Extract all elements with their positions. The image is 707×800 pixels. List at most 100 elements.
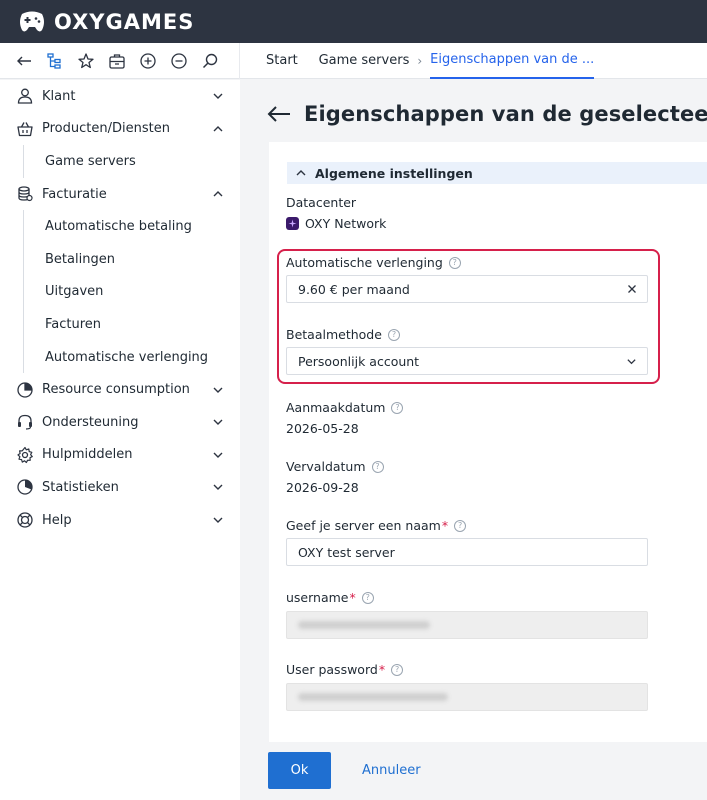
- breadcrumb: Start › Game servers › Eigenschappen van…: [240, 43, 595, 79]
- expiry-date-value: 2026-09-28: [286, 480, 359, 495]
- password-label: User password * ?: [286, 662, 404, 677]
- auto-renew-label: Automatische verlenging ?: [286, 255, 461, 270]
- settings-card: Algemene instellingen Datacenter OXY Net…: [269, 142, 707, 742]
- chevron-down-icon: [213, 419, 223, 426]
- chevron-down-icon: [213, 387, 223, 393]
- zoom-in-icon[interactable]: [138, 51, 157, 70]
- sidebar-item-facturatie[interactable]: Facturatie: [0, 178, 240, 211]
- brand-name: OXYGAMES: [54, 9, 195, 34]
- username-label: username * ?: [286, 590, 374, 605]
- sidebar-item-automatische-betaling[interactable]: Automatische betaling: [0, 210, 240, 243]
- lifebuoy-icon: [16, 511, 34, 529]
- chevron-up-icon: [213, 191, 223, 197]
- coins-icon: [16, 185, 34, 203]
- help-icon[interactable]: ?: [391, 663, 404, 676]
- breadcrumb-start[interactable]: Start: [266, 43, 298, 79]
- page-header: Eigenschappen van de geselecteerde serve…: [266, 102, 707, 126]
- password-input: [286, 683, 648, 711]
- help-icon[interactable]: ?: [361, 591, 374, 604]
- password-label-text: User password: [286, 662, 378, 677]
- cancel-button[interactable]: Annuleer: [362, 763, 421, 778]
- main-content: Eigenschappen van de geselecteerde serve…: [240, 80, 707, 800]
- datacenter-label-text: Datacenter: [286, 195, 357, 210]
- payment-method-label: Betaalmethode ?: [286, 327, 400, 342]
- search-icon[interactable]: [200, 51, 219, 70]
- sidebar-item-facturen[interactable]: Facturen: [0, 308, 240, 341]
- username-label-text: username: [286, 590, 349, 605]
- datacenter-logo-icon: [286, 217, 299, 230]
- help-icon[interactable]: ?: [387, 328, 400, 341]
- back-arrow-icon[interactable]: [266, 104, 292, 124]
- shopping-basket-icon: [16, 120, 34, 138]
- top-header: OXYGAMES: [0, 0, 707, 43]
- username-input: [286, 611, 648, 639]
- datacenter-value: OXY Network: [286, 216, 386, 231]
- chevron-up-icon: [296, 170, 306, 176]
- payment-method-label-text: Betaalmethode: [286, 327, 382, 342]
- statistics-icon: [16, 478, 34, 496]
- sidebar-item-ondersteuning[interactable]: Ondersteuning: [0, 406, 240, 439]
- sidebar-item-game-servers[interactable]: Game servers: [0, 145, 240, 178]
- server-name-input[interactable]: OXY test server: [286, 538, 648, 566]
- section-header-general[interactable]: Algemene instellingen: [287, 162, 707, 184]
- sidebar-item-label: Klant: [42, 88, 76, 104]
- briefcase-icon[interactable]: [107, 51, 126, 70]
- payment-method-value: Persoonlijk account: [298, 353, 420, 369]
- sidebar-subgroup-facturatie: Automatische betaling Betalingen Uitgave…: [0, 210, 240, 374]
- help-icon[interactable]: ?: [371, 460, 384, 473]
- chevron-down-icon: [213, 484, 223, 491]
- chevron-down-icon: [627, 358, 636, 364]
- help-icon[interactable]: ?: [391, 401, 404, 414]
- sidebar-item-label: Hulpmiddelen: [42, 447, 133, 463]
- sidebar-item-betalingen[interactable]: Betalingen: [0, 243, 240, 276]
- pie-chart-icon: [16, 381, 34, 399]
- redacted-password: [298, 693, 448, 701]
- auto-renew-input[interactable]: 9.60 € per maand: [286, 275, 648, 303]
- zoom-out-icon[interactable]: [169, 51, 188, 70]
- gear-icon: [16, 446, 34, 464]
- sidebar-item-automatische-verlenging[interactable]: Automatische verlenging: [0, 341, 240, 374]
- sidebar-item-label: Resource consumption: [42, 382, 190, 398]
- expiry-date-label-text: Vervaldatum: [286, 459, 366, 474]
- auto-renew-label-text: Automatische verlenging: [286, 255, 443, 270]
- sidebar-item-hulpmiddelen[interactable]: Hulpmiddelen: [0, 439, 240, 472]
- sidebar-item-uitgaven[interactable]: Uitgaven: [0, 276, 240, 309]
- brand-logo[interactable]: OXYGAMES: [18, 10, 194, 34]
- sidebar-item-label: Facturatie: [42, 186, 107, 202]
- created-date-label-text: Aanmaakdatum: [286, 400, 386, 415]
- breadcrumb-current[interactable]: Eigenschappen van de ...: [430, 43, 595, 79]
- ok-button[interactable]: Ok: [268, 752, 331, 789]
- server-name-value: OXY test server: [298, 544, 395, 560]
- tree-icon[interactable]: [45, 51, 64, 70]
- sidebar-item-label: Ondersteuning: [42, 414, 139, 430]
- chevron-down-icon: [213, 93, 223, 100]
- sidebar-item-help[interactable]: Help: [0, 504, 240, 537]
- server-name-label-text: Geef je server een naam: [286, 518, 441, 533]
- help-icon[interactable]: ?: [454, 519, 467, 532]
- user-icon: [16, 87, 34, 105]
- sidebar-item-label: Help: [42, 512, 72, 528]
- sidebar-item-statistieken[interactable]: Statistieken: [0, 471, 240, 504]
- redacted-username: [298, 621, 430, 629]
- payment-method-select[interactable]: Persoonlijk account: [286, 347, 648, 375]
- sidebar: Klant Producten/Diensten Game servers Fa…: [0, 80, 240, 800]
- created-date-label: Aanmaakdatum ?: [286, 400, 404, 415]
- star-icon[interactable]: [76, 51, 95, 70]
- toolbar-icons: [0, 42, 240, 79]
- clear-icon[interactable]: [627, 284, 637, 294]
- chevron-right-icon: ›: [417, 53, 423, 68]
- server-name-label: Geef je server een naam * ?: [286, 518, 467, 533]
- form-actions: Ok Annuleer: [268, 752, 421, 789]
- sidebar-item-klant[interactable]: Klant: [0, 80, 240, 113]
- required-mark: *: [378, 662, 386, 677]
- chevron-up-icon: [213, 125, 223, 132]
- help-icon[interactable]: ?: [448, 256, 461, 269]
- sidebar-item-producten[interactable]: Producten/Diensten: [0, 113, 240, 146]
- breadcrumb-game-servers[interactable]: Game servers: [319, 43, 410, 79]
- page-title: Eigenschappen van de geselecteerde serve…: [304, 102, 707, 126]
- back-icon[interactable]: [14, 51, 33, 70]
- headset-icon: [16, 413, 34, 431]
- sidebar-item-resource-consumption[interactable]: Resource consumption: [0, 373, 240, 406]
- sidebar-item-label: Producten/Diensten: [42, 121, 170, 137]
- created-date-value: 2026-05-28: [286, 421, 359, 436]
